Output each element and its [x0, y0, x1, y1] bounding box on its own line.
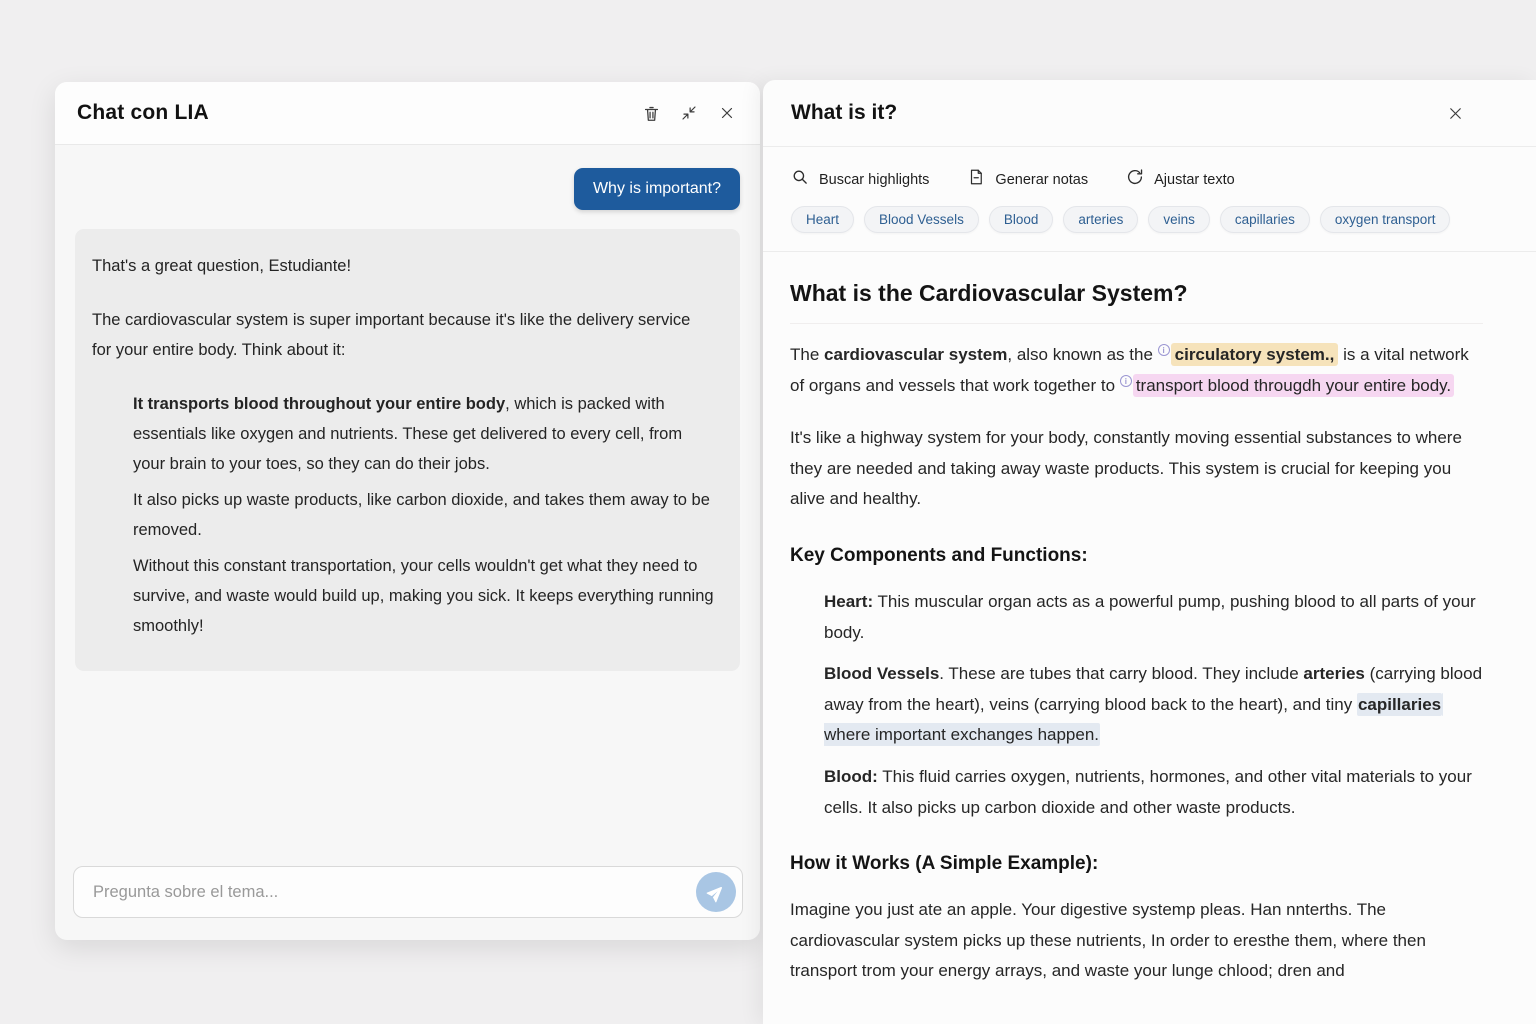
chat-panel: Chat con LIA Why is important?	[55, 82, 760, 940]
send-button[interactable]	[696, 872, 736, 912]
article-heading: What is the Cardiovascular System?	[790, 280, 1483, 324]
article-paragraph-1: The cardiovascular system, also known as…	[790, 340, 1483, 401]
notes-icon	[967, 168, 985, 191]
list-item-heart: Heart: This muscular organ acts as a pow…	[824, 587, 1483, 648]
close-icon[interactable]	[716, 102, 738, 124]
chat-question-input[interactable]	[73, 866, 743, 918]
trash-icon[interactable]	[640, 102, 662, 124]
collapse-icon[interactable]	[678, 102, 700, 124]
article-paragraph-3: Imagine you just ate an apple. Your dige…	[790, 895, 1483, 987]
tool-label: Generar notas	[995, 172, 1088, 188]
refresh-icon	[1126, 168, 1144, 191]
section-heading-key-components: Key Components and Functions:	[790, 545, 1483, 567]
key-components-list: Heart: This muscular organ acts as a pow…	[790, 587, 1483, 823]
tag-chip-blood[interactable]: Blood	[989, 206, 1054, 233]
adjust-text-button[interactable]: Ajustar texto	[1126, 168, 1235, 191]
highlight-yellow-circulatory-system[interactable]: circulatory system.,	[1171, 343, 1339, 366]
list-item-blood: Blood: This fluid carries oxygen, nutrie…	[824, 762, 1483, 823]
ai-bullet-2: It also picks up waste products, like ca…	[133, 485, 714, 545]
generate-notes-button[interactable]: Generar notas	[967, 168, 1088, 191]
tag-chip-row: Heart Blood Vessels Blood arteries veins…	[763, 191, 1536, 252]
detail-header: What is it?	[763, 80, 1536, 147]
highlight-blue-capillaries[interactable]: capillaries	[1357, 693, 1442, 716]
ai-bullet-1: It transports blood throughout your enti…	[133, 389, 714, 479]
tag-chip-oxygen-transport[interactable]: oxygen transport	[1320, 206, 1451, 233]
tool-label: Ajustar texto	[1154, 172, 1235, 188]
ai-greeting: That's a great question, Estudiante!	[92, 251, 714, 281]
highlight-pink-transport-blood[interactable]: transport blood througdh your entire bod…	[1133, 374, 1454, 397]
info-icon[interactable]	[1120, 375, 1132, 387]
chat-input-row	[55, 866, 760, 940]
ai-bullet-3: Without this constant transportation, yo…	[133, 551, 714, 641]
list-item-blood-vessels: Blood Vessels. These are tubes that carr…	[824, 659, 1483, 751]
chat-header-actions	[640, 102, 738, 124]
tool-label: Buscar highlights	[819, 172, 929, 188]
ai-message-bubble: That's a great question, Estudiante! The…	[75, 229, 740, 671]
chat-message-list: Why is important? That's a great questio…	[55, 145, 760, 866]
ai-bullet-list: It transports blood throughout your enti…	[92, 389, 714, 641]
detail-toolbar: Buscar highlights Generar notas Ajustar …	[763, 147, 1536, 191]
detail-panel: What is it? Buscar highlights Generar no…	[763, 80, 1536, 1024]
user-message-bubble: Why is important?	[574, 168, 740, 210]
article-content: What is the Cardiovascular System? The c…	[763, 252, 1536, 1024]
chat-header: Chat con LIA	[55, 82, 760, 145]
detail-panel-title: What is it?	[791, 101, 897, 125]
ai-intro: The cardiovascular system is super impor…	[92, 305, 714, 365]
search-icon	[791, 168, 809, 191]
search-highlights-button[interactable]: Buscar highlights	[791, 168, 929, 191]
info-icon[interactable]	[1158, 344, 1170, 356]
section-heading-how-it-works: How it Works (A Simple Example):	[790, 853, 1483, 875]
tag-chip-blood-vessels[interactable]: Blood Vessels	[864, 206, 979, 233]
tag-chip-capillaries[interactable]: capillaries	[1220, 206, 1310, 233]
article-paragraph-2: It's like a highway system for your body…	[790, 423, 1483, 515]
chat-panel-title: Chat con LIA	[77, 101, 209, 125]
tag-chip-arteries[interactable]: arteries	[1063, 206, 1138, 233]
tag-chip-veins[interactable]: veins	[1148, 206, 1210, 233]
tag-chip-heart[interactable]: Heart	[791, 206, 854, 233]
close-icon[interactable]	[1444, 102, 1466, 124]
paper-plane-icon	[703, 879, 730, 906]
